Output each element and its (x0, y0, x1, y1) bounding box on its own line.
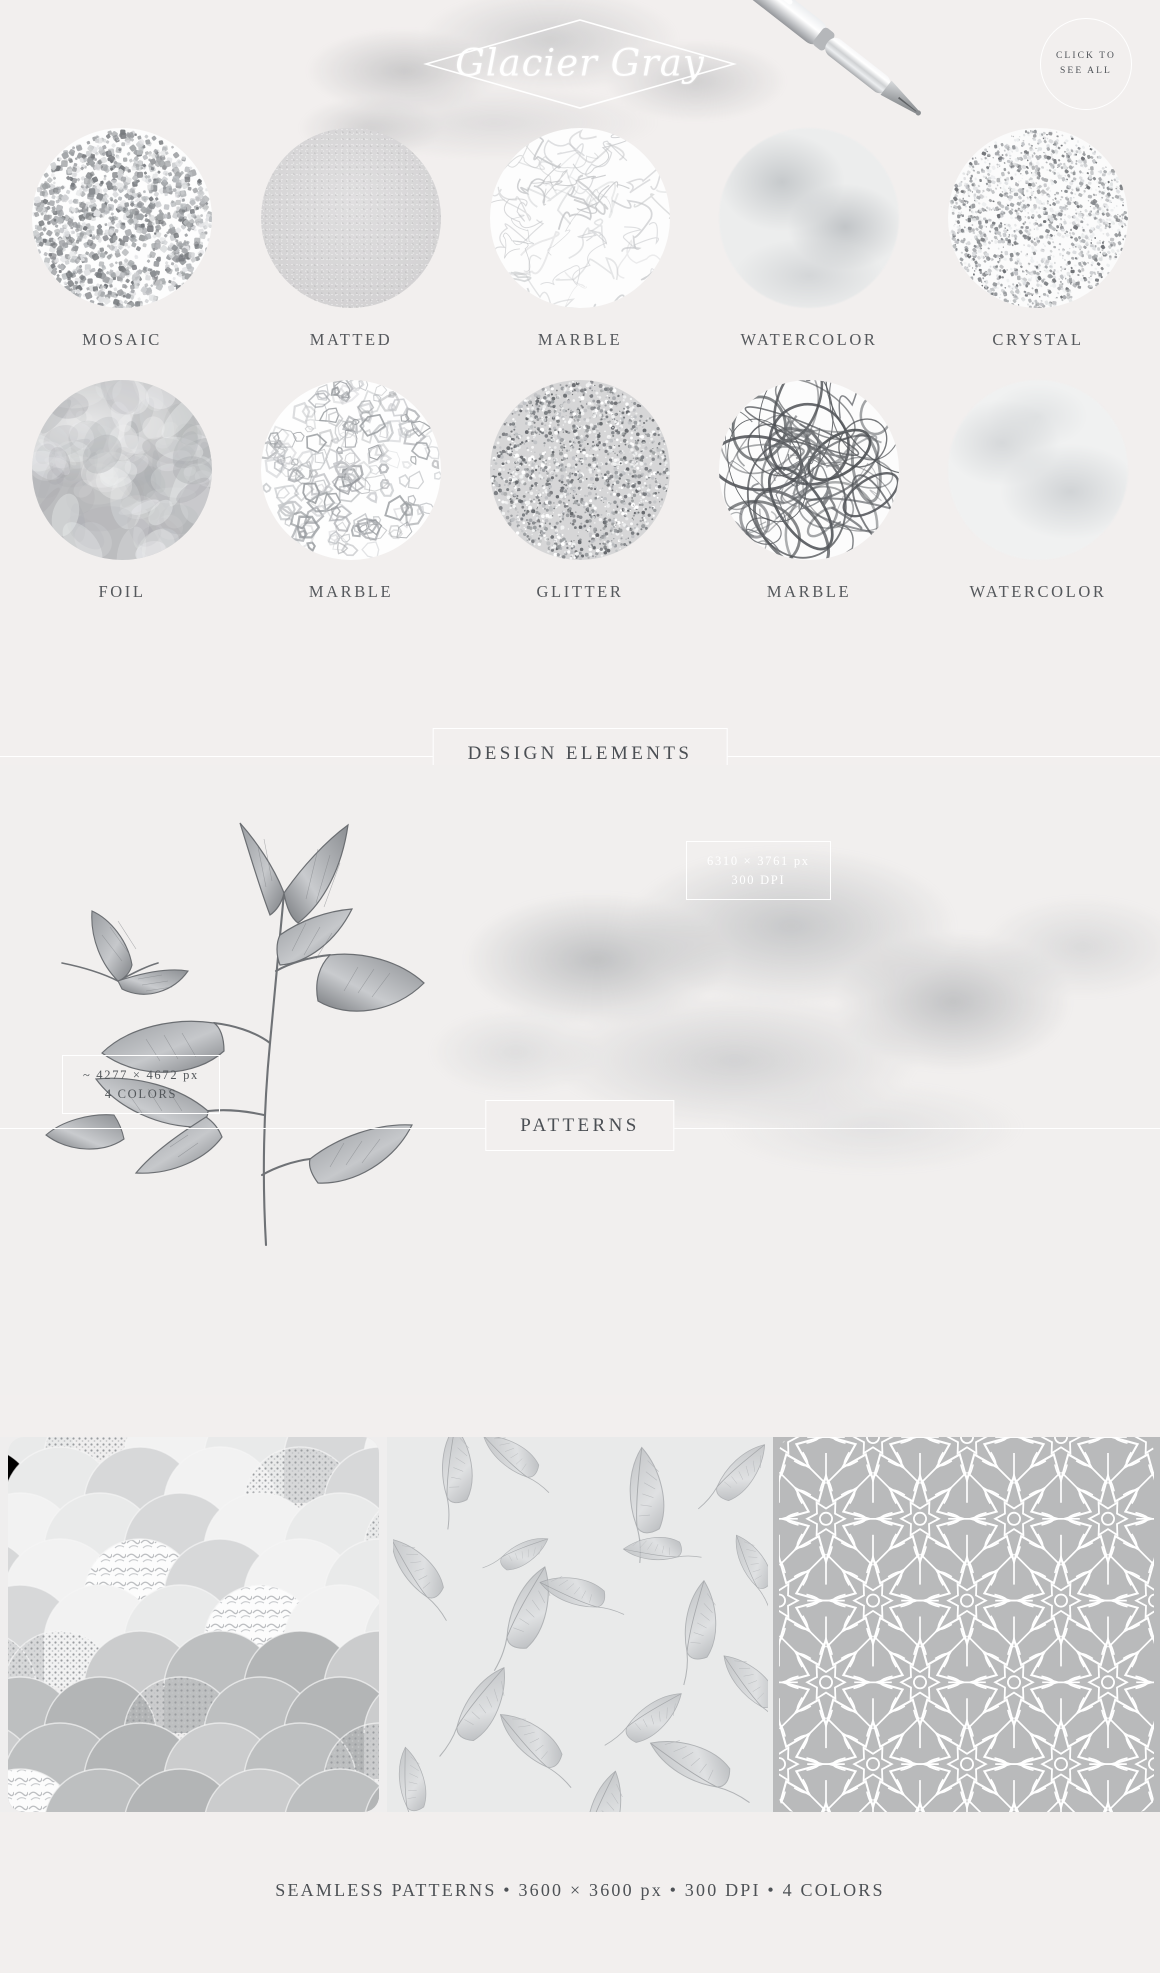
texture-label: GLITTER (536, 582, 624, 601)
pattern-tile-scallop[interactable] (0, 1437, 387, 1812)
dimension-line-1: ~ 4277 × 4672 px (83, 1068, 200, 1082)
patterns-footer-note: SEAMLESS PATTERNS • 3600 × 3600 px • 300… (0, 1880, 1160, 1901)
matted-swatch[interactable] (261, 128, 441, 308)
texture-label: MATTED (309, 330, 393, 349)
leaf (316, 953, 425, 1012)
mosaic-swatch[interactable] (32, 128, 212, 308)
section-title-box: PATTERNS (485, 1100, 675, 1151)
page-title: Glacier Gray (455, 41, 705, 85)
texture-label: CRYSTAL (992, 330, 1084, 349)
swatch-cell-marble-swirl[interactable]: MARBLE (711, 380, 907, 602)
badge-line-2: SEE ALL (1060, 66, 1112, 76)
swatch-cell-glitter[interactable]: GLITTER (482, 380, 678, 602)
texture-label: MARBLE (537, 330, 623, 349)
crystal-swatch[interactable] (948, 128, 1128, 308)
marble-chunky-swatch[interactable] (261, 380, 441, 560)
pattern-tile-leaves[interactable] (386, 1437, 774, 1812)
texture-label: MARBLE (308, 582, 394, 601)
section-title: DESIGN ELEMENTS (467, 743, 693, 764)
badge-line-1: CLICK TO (1056, 51, 1116, 62)
swatch-cell-matted[interactable]: MATTED (253, 128, 449, 350)
swatch-cell-watercolor-pale[interactable]: WATERCOLOR (940, 380, 1136, 602)
texture-label: WATERCOLOR (969, 582, 1107, 601)
botanical-branch-illustration[interactable] (18, 775, 448, 1295)
watercolor-pale-swatch[interactable] (948, 380, 1128, 560)
swatch-cell-crystal[interactable]: CRYSTAL (940, 128, 1136, 350)
section-title: PATTERNS (520, 1115, 640, 1136)
texture-label: WATERCOLOR (740, 330, 878, 349)
texture-label: MARBLE (766, 582, 852, 601)
pattern-tile-geometric[interactable] (773, 1437, 1160, 1812)
footer-text: SEAMLESS PATTERNS • 3600 × 3600 px • 300… (275, 1880, 885, 1900)
title-diamond-frame: Glacier Gray (420, 16, 740, 112)
glitter-swatch[interactable] (490, 380, 670, 560)
texture-row-1: MOSAIC MATTED MARBLE WATERCOLOR CRYSTAL (0, 128, 1160, 350)
click-to-see-all-badge[interactable]: CLICK TO SEE ALL (1040, 18, 1132, 110)
dimension-line-1: 6310 × 3761 px (707, 854, 810, 868)
texture-label: FOIL (98, 582, 146, 601)
pattern-tiles (0, 1437, 1160, 1812)
texture-swatch-grid: MOSAIC MATTED MARBLE WATERCOLOR CRYSTAL … (0, 128, 1160, 610)
swatch-cell-watercolor-soft[interactable]: WATERCOLOR (711, 128, 907, 350)
leaf (239, 822, 354, 966)
marble-light-swatch[interactable] (490, 128, 670, 308)
swatch-cell-foil[interactable]: FOIL (24, 380, 220, 602)
watercolor-soft-swatch[interactable] (719, 128, 899, 308)
texture-row-2: FOIL MARBLE GLITTER MARBLE WATERCOLOR (0, 380, 1160, 602)
product-showcase-page: Glacier Gray CLICK TO SEE ALL MOSAIC MAT… (0, 0, 1160, 1973)
foil-swatch[interactable] (32, 380, 212, 560)
marble-swirl-swatch[interactable] (719, 380, 899, 560)
swatch-cell-marble-light[interactable]: MARBLE (482, 128, 678, 350)
texture-label: MOSAIC (82, 330, 162, 349)
watercolor-dimension-box: 6310 × 3761 px 300 DPI (686, 841, 831, 900)
design-elements-area: 6310 × 3761 px 300 DPI ~ 4277 × 4672 px … (0, 765, 1160, 1395)
section-header-patterns: PATTERNS (0, 1100, 1160, 1156)
dimension-line-2: 300 DPI (731, 872, 786, 887)
swatch-cell-mosaic[interactable]: MOSAIC (24, 128, 220, 350)
swatch-cell-marble-chunky[interactable]: MARBLE (253, 380, 449, 602)
leaf (91, 910, 189, 995)
